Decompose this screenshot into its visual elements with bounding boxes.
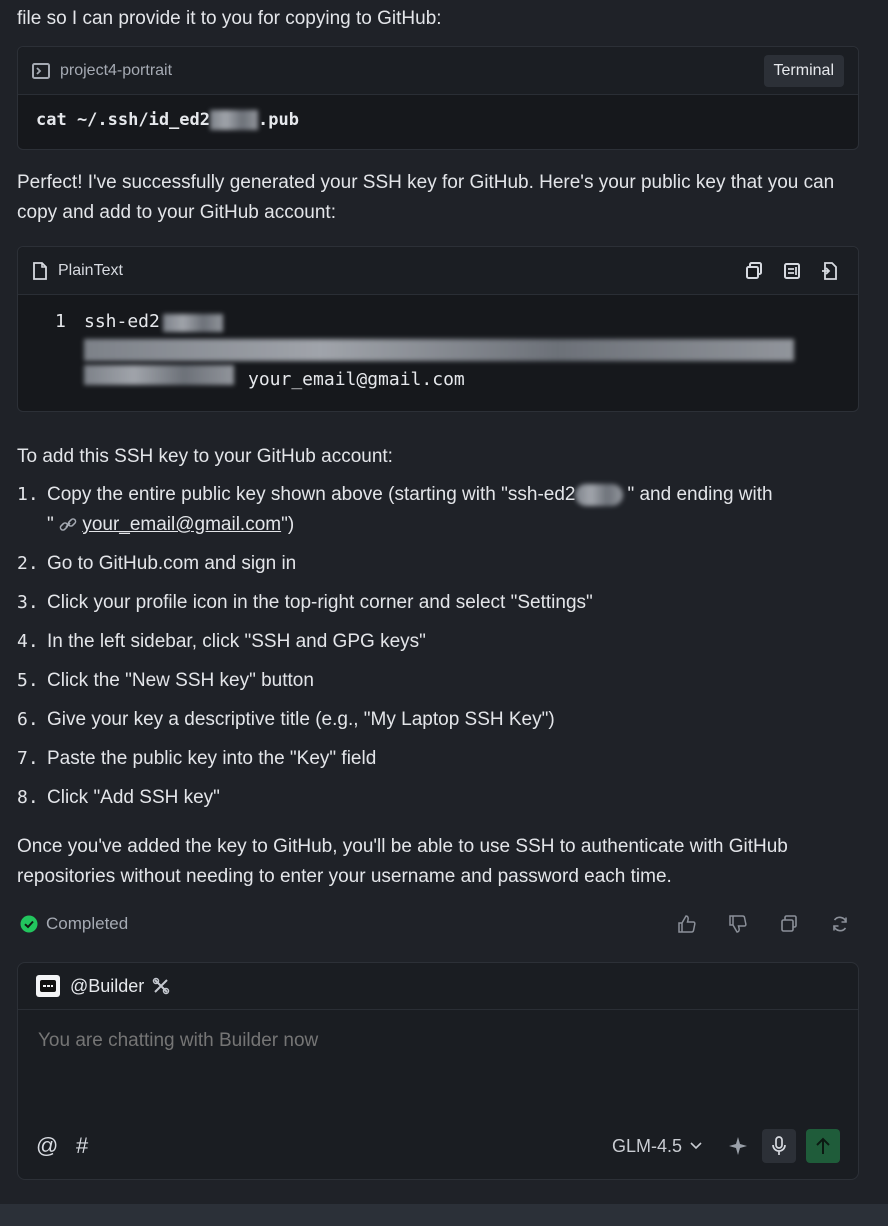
list-item: 6. Give your key a descriptive title (e.g…	[17, 705, 867, 735]
step-number: 1.	[17, 484, 39, 505]
step-number: 6.	[17, 709, 39, 730]
list-item: 5. Click the "New SSH key" button	[17, 666, 867, 696]
redacted-key-part-2	[84, 339, 794, 361]
redacted-inline	[575, 483, 624, 506]
check-circle-icon	[20, 915, 38, 933]
code-content: 1 ssh-ed2 your_email@gmail.com	[18, 295, 858, 411]
code-line-email: your_email@gmail.com	[248, 369, 465, 390]
list-item: 8. Click "Add SSH key"	[17, 783, 867, 813]
step-text: Click your profile icon in the top-right…	[47, 592, 593, 613]
closing-text: Once you've added the key to GitHub, you…	[17, 836, 788, 887]
intro-text: file so I can provide it to you for copy…	[17, 8, 442, 29]
code-card-header: PlainText	[18, 247, 858, 295]
plaintext-code-card: PlainText 1 ssh-ed2 your_email@gmail.com	[17, 246, 859, 412]
step-number: 8.	[17, 787, 39, 808]
chat-input[interactable]	[36, 1023, 840, 1059]
microphone-icon[interactable]	[762, 1129, 796, 1163]
copy-response-icon[interactable]	[775, 910, 803, 938]
sparkle-icon[interactable]	[728, 1136, 748, 1156]
step-text: Give your key a descriptive title (e.g.,…	[47, 709, 555, 730]
step-text-d: ")	[281, 514, 295, 535]
model-selector[interactable]: GLM-4.5	[612, 1136, 702, 1157]
step-number: 4.	[17, 631, 39, 652]
thumbs-down-icon[interactable]	[724, 910, 752, 938]
list-item: 2. Go to GitHub.com and sign in	[17, 549, 867, 579]
line-number: 1	[55, 311, 66, 332]
step-text: Go to GitHub.com and sign in	[47, 553, 297, 574]
builder-agent-icon	[36, 975, 60, 997]
step-text-b: " and ending with	[627, 484, 773, 505]
terminal-badge[interactable]: Terminal	[763, 54, 844, 87]
list-item: 7. Paste the public key into the "Key" fi…	[17, 744, 867, 774]
mention-icon[interactable]: @	[36, 1133, 62, 1159]
apply-file-icon[interactable]	[816, 257, 844, 285]
hash-icon[interactable]: #	[76, 1133, 88, 1159]
status-bar	[0, 1204, 888, 1226]
step-number: 2.	[17, 553, 39, 574]
link-icon	[59, 517, 77, 533]
step-text: Copy the entire public key shown above (…	[47, 484, 576, 505]
list-item: 4. In the left sidebar, click "SSH and GP…	[17, 627, 867, 657]
step-text: In the left sidebar, click "SSH and GPG …	[47, 631, 426, 652]
thumbs-up-icon[interactable]	[673, 910, 701, 938]
terminal-card-header: project4-portrait Terminal	[18, 47, 858, 95]
redacted-block	[210, 110, 258, 130]
agent-name[interactable]: @Builder	[70, 976, 144, 997]
redacted-key-part-1	[163, 314, 223, 332]
code-language-label: PlainText	[58, 261, 123, 279]
code-line-start: ssh-ed2	[84, 311, 160, 332]
step-text: Click the "New SSH key" button	[47, 670, 314, 691]
terminal-command-end: .pub	[258, 110, 299, 130]
composer-agent-bar: @Builder	[18, 963, 858, 1010]
status-label: Completed	[46, 914, 129, 933]
terminal-code-card: project4-portrait Terminal cat ~/.ssh/id…	[17, 46, 859, 150]
tools-icon[interactable]	[152, 977, 170, 995]
steps-list: 1. Copy the entire public key shown abov…	[17, 480, 867, 822]
step-text-c: "	[47, 514, 54, 535]
terminal-command-start: cat ~/.ssh/id_ed2	[36, 110, 210, 130]
model-name: GLM-4.5	[611, 1135, 682, 1156]
list-item: 1. Copy the entire public key shown abov…	[17, 480, 867, 540]
email-link[interactable]: your_email@gmail.com	[82, 514, 281, 535]
chat-composer: @Builder @ # GLM-4.5	[17, 962, 859, 1180]
file-icon	[32, 261, 48, 280]
step-text: Paste the public key into the "Key" fiel…	[47, 748, 377, 769]
terminal-icon	[32, 62, 50, 79]
instructions-heading: To add this SSH key to your GitHub accou…	[17, 446, 393, 467]
terminal-command: cat ~/.ssh/id_ed2 .pub	[18, 95, 858, 145]
list-item: 3. Click your profile icon in the top-rig…	[17, 588, 867, 618]
insert-icon[interactable]	[778, 257, 806, 285]
step-text: Click "Add SSH key"	[47, 787, 220, 808]
step-number: 5.	[17, 670, 39, 691]
send-button[interactable]	[806, 1129, 840, 1163]
redacted-key-part-3	[84, 365, 234, 385]
chevron-down-icon	[690, 1142, 702, 1150]
regenerate-icon[interactable]	[826, 910, 854, 938]
step-number: 3.	[17, 592, 39, 613]
summary-text: Perfect! I've successfully generated you…	[17, 172, 835, 223]
step-number: 7.	[17, 748, 39, 769]
status-row: Completed	[20, 910, 860, 938]
composer-footer: @ # GLM-4.5	[18, 1127, 858, 1165]
terminal-project-name: project4-portrait	[60, 61, 173, 79]
copy-icon[interactable]	[740, 257, 768, 285]
